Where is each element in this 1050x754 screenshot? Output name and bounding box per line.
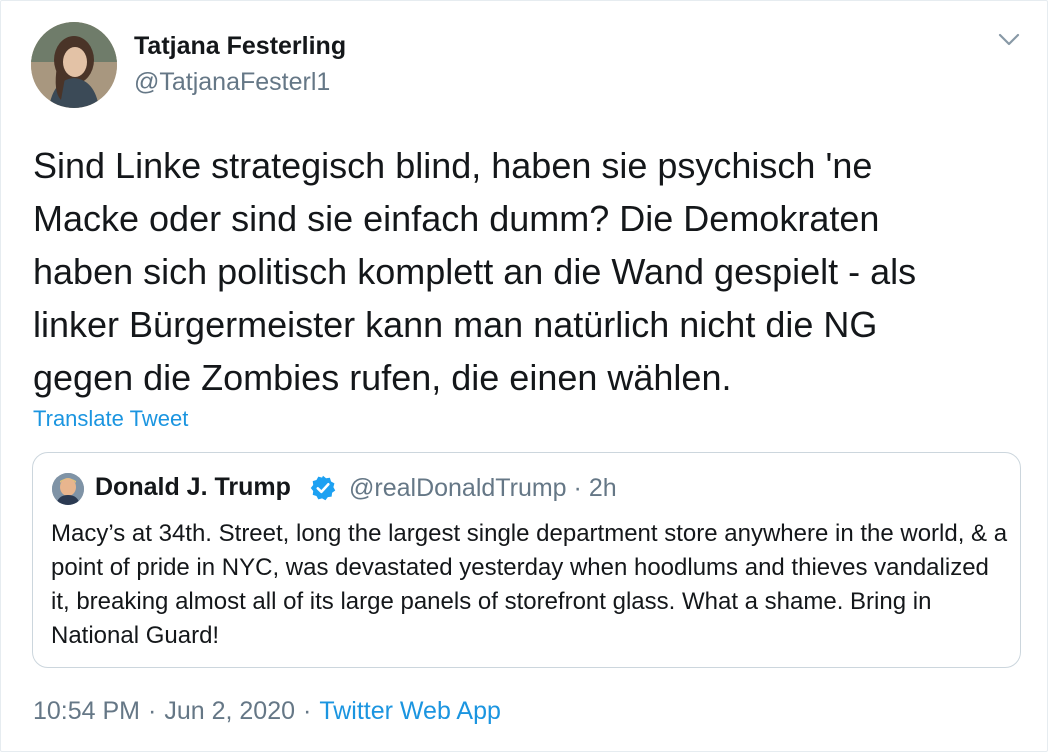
quoted-tweet-text: Macy’s at 34th. Street, long the largest… [51, 520, 1008, 649]
quoted-tweet[interactable]: Donald J. Trump @realDonaldTrump · 2h Ma… [32, 452, 1021, 668]
quoted-profile-photo [52, 473, 84, 505]
tweet-time[interactable]: 10:54 PM [33, 697, 140, 725]
quoted-separator: · [573, 474, 582, 502]
author-avatar[interactable] [31, 22, 117, 108]
profile-photo [31, 22, 117, 108]
footer-separator: · [148, 697, 157, 725]
quoted-handle[interactable]: @realDonaldTrump [349, 474, 567, 502]
verified-badge-icon [310, 475, 336, 501]
quoted-display-name[interactable]: Donald J. Trump [95, 473, 291, 502]
chevron-down-icon[interactable] [997, 31, 1021, 49]
author-handle[interactable]: @TatjanaFesterl1 [134, 68, 330, 97]
tweet-text: Sind Linke strategisch blind, haben sie … [33, 145, 917, 398]
tweet-card: Tatjana Festerling @TatjanaFesterl1 Sind… [0, 0, 1048, 752]
tweet-footer: 10:54 PM · Jun 2, 2020 · Twitter Web App [33, 697, 501, 726]
quoted-author-avatar[interactable] [52, 473, 84, 505]
translate-tweet-link[interactable]: Translate Tweet [33, 406, 188, 432]
tweet-date[interactable]: Jun 2, 2020 [164, 697, 295, 725]
author-display-name[interactable]: Tatjana Festerling [134, 32, 346, 61]
footer-separator-2: · [303, 697, 312, 725]
quoted-timestamp[interactable]: 2h [589, 474, 617, 502]
quoted-meta: @realDonaldTrump · 2h [349, 474, 617, 503]
tweet-source-link[interactable]: Twitter Web App [319, 697, 501, 725]
